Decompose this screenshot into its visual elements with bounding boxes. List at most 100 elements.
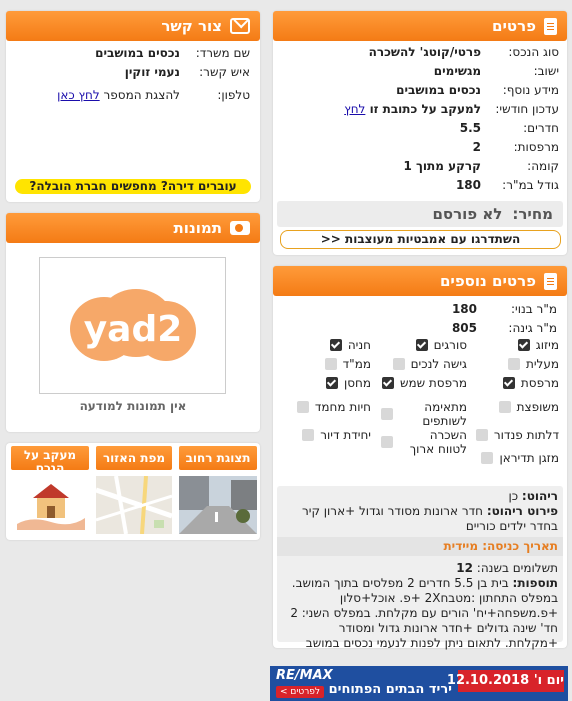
checked-checkbox [381, 377, 394, 389]
feature-item: מיזוג [473, 338, 559, 352]
details-rows: סוג הנכס: פרטי/קוטג' להשכרה ישוב: מגשימים … [273, 41, 567, 195]
feature-label: חיות מחמד [314, 400, 371, 414]
feature-label: מעלית [525, 357, 559, 371]
remax-ad-banner[interactable]: יום ו' 12.10.2018 יריד הבתים הפתוחים RE/… [270, 666, 568, 701]
camera-icon [230, 221, 250, 235]
tab-track-property[interactable]: מעקב על הנכס [11, 446, 89, 534]
feature-label: גישה לנכים [410, 357, 467, 371]
unchecked-checkbox [392, 358, 405, 370]
photos-header: תמונות [6, 213, 260, 243]
contact-title: צור קשר [161, 17, 222, 35]
feature-item: מרפסת שמש [381, 376, 467, 390]
contact-header: צור קשר [6, 11, 260, 41]
feature-label: השכרה לטווח ארוך [409, 428, 467, 456]
more-details-header: פרטים נוספים [273, 266, 567, 296]
feature-item: מעלית [473, 357, 559, 371]
details-row: גודל במ"ר: 180 [455, 178, 559, 192]
svg-text:yad2: yad2 [83, 309, 182, 350]
details-row: חדרים: 5.5 [459, 121, 559, 135]
more-details-title: פרטים נוספים [439, 272, 536, 290]
checked-checkbox [517, 339, 530, 351]
entry-date-line: תאריך כניסה: מיידית [277, 537, 563, 556]
details-header: פרטים [273, 11, 567, 41]
price-value: לא פורסם [432, 205, 503, 223]
feature-item: השכרה לטווח ארוך [381, 428, 467, 456]
feature-item: סורגים [381, 338, 467, 352]
contact-rows: שם משרד: נכסים במושבים איש קשר: נעמי זוקין… [6, 41, 260, 105]
area-map-thumbnail [96, 476, 172, 534]
garden-area-row: מ"ר גינה: 805 [451, 321, 557, 335]
house-in-hand-thumbnail [11, 476, 89, 534]
moving-banner[interactable]: עוברים דירה? מחפשים חברת הובלה? [15, 179, 251, 194]
person-row: איש קשר: נעמי זוקין [124, 65, 250, 79]
feature-label: מזגן תדיראן [499, 451, 559, 465]
unchecked-checkbox [475, 429, 488, 441]
tab-area-map[interactable]: מפת האזור [96, 446, 172, 534]
details-panel: פרטים סוג הנכס: פרטי/קוטג' להשכרה ישוב: מג… [273, 11, 567, 255]
price-box: מחיר: לא פורסם [277, 201, 563, 227]
ambassador-button[interactable]: השתדרגו עם אמבטיות מעוצבות << [280, 230, 561, 249]
checked-checkbox [325, 377, 338, 389]
unchecked-checkbox [296, 401, 309, 413]
more-details-panel: פרטים נוספים מ"ר בנוי: 180 מ"ר גינה: 805 מ… [273, 266, 567, 650]
feature-item: מתאימה לשותפים [381, 400, 467, 428]
ad-cta-button[interactable]: לפרטים > [276, 686, 325, 698]
furniture-details-line: פירוט ריהוט: חדר ארונות מסודר וגדול +ארו… [301, 504, 558, 533]
ad-event-text: יריד הבתים הפתוחים [328, 682, 452, 697]
unchecked-checkbox [324, 358, 337, 370]
feature-label: סורגים [433, 338, 467, 352]
photo-placeholder[interactable]: yad2 [39, 257, 226, 394]
yad2-logo: yad2 [69, 288, 196, 361]
document-icon [544, 272, 557, 290]
unchecked-checkbox [498, 401, 511, 413]
feature-item: גישה לנכים [381, 357, 467, 371]
feature-label: דלתות פנדור [493, 428, 559, 442]
ad-date-box: יום ו' 12.10.2018 [447, 670, 564, 692]
feature-item: מרפסת [473, 376, 559, 390]
remax-logo: RE/MAX [276, 668, 333, 683]
details-row: עדכון חודשי: למעקב על כתובת זו לחץ [344, 102, 559, 116]
contact-panel: צור קשר שם משרד: נכסים במושבים איש קשר: נע… [6, 11, 260, 202]
feature-label: חניה [347, 338, 371, 352]
feature-label: ממ"ד [342, 357, 371, 371]
feature-label: יחידת דיור [320, 428, 371, 442]
monthly-update-link[interactable]: לחץ [344, 102, 365, 116]
photos-panel: תמונות yad2 אין תמונות למודעה [6, 213, 260, 432]
feature-item: מחסן [285, 376, 371, 390]
feature-item: חניה [285, 338, 371, 352]
details-row: מרפסות: 2 [472, 140, 559, 154]
feature-label: מרפסת שמש [399, 376, 467, 390]
feature-item: משופצת [473, 400, 559, 414]
feature-item: יחידת דיור [285, 428, 371, 442]
feature-item: דלתות פנדור [473, 428, 559, 442]
tab-street-view[interactable]: תצוגת רחוב [179, 446, 257, 534]
unchecked-checkbox [302, 429, 315, 441]
feature-label: מרפסת [520, 376, 559, 390]
feature-item: מזגן תדיראן [473, 451, 559, 465]
envelope-icon [230, 18, 250, 34]
additions-line: תוספות: בית בן 5.5 חדרים 2 מפלסים בתוך ה… [290, 576, 558, 650]
details-row: קומה: קרקע מתוך 1 [403, 159, 559, 173]
details-row: מידע נוסף: נכסים במושבים [396, 83, 559, 97]
checked-checkbox [502, 377, 515, 389]
photos-title: תמונות [173, 219, 222, 237]
unchecked-checkbox [381, 408, 393, 420]
document-icon [544, 17, 557, 35]
checked-checkbox [415, 339, 428, 351]
details-row: סוג הנכס: פרטי/קוטג' להשכרה [368, 45, 559, 59]
unchecked-checkbox [481, 452, 494, 464]
tabs-panel: תצוגת רחוב מפת האזור מעקב על הנכס [6, 443, 260, 540]
feature-item: חיות מחמד [285, 400, 371, 414]
no-photos-caption: אין תמונות למודעה [79, 399, 187, 413]
built-area-row: מ"ר בנוי: 180 [451, 302, 557, 316]
payments-line: תשלומים בשנה: 12 [456, 561, 558, 575]
feature-item: ממ"ד [285, 357, 371, 371]
details-row: ישוב: מגשימים [433, 64, 559, 78]
phone-row: טלפון: להצגת המספר לחץ כאן [57, 88, 250, 102]
description-box: ריהוט: כן פירוט ריהוט: חדר ארונות מסודר … [277, 486, 563, 650]
unchecked-checkbox [507, 358, 520, 370]
show-phone-link[interactable]: לחץ כאן [57, 88, 100, 102]
furniture-line: ריהוט: כן [508, 489, 558, 503]
feature-label: מתאימה לשותפים [422, 400, 467, 428]
feature-label: מחסן [343, 376, 371, 390]
